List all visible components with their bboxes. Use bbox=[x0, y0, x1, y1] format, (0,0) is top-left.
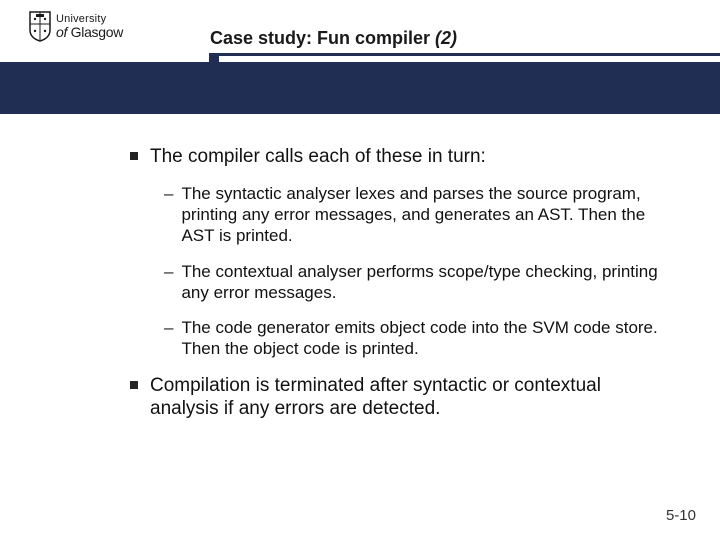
title-prefix: Case study: Fun compiler bbox=[210, 28, 435, 48]
sub-bullet-group: – The syntactic analyser lexes and parse… bbox=[130, 183, 670, 360]
bullet-level2: – The syntactic analyser lexes and parse… bbox=[164, 183, 670, 247]
sub-bullet-text: The code generator emits object code int… bbox=[181, 317, 670, 360]
sub-bullet-text: The contextual analyser performs scope/t… bbox=[181, 261, 670, 304]
page-number: 5-10 bbox=[666, 507, 696, 524]
dash-bullet-icon: – bbox=[164, 261, 173, 282]
square-bullet-icon bbox=[130, 381, 138, 389]
slide-header: University of Glasgow Case study: Fun co… bbox=[0, 0, 720, 70]
university-logo: University of Glasgow bbox=[28, 10, 123, 42]
bullet-level1: Compilation is terminated after syntacti… bbox=[130, 374, 670, 422]
bullet-level1: The compiler calls each of these in turn… bbox=[130, 145, 670, 169]
logo-line2: of Glasgow bbox=[56, 25, 123, 39]
sub-bullet-text: The syntactic analyser lexes and parses … bbox=[181, 183, 670, 247]
dash-bullet-icon: – bbox=[164, 183, 173, 204]
shield-icon bbox=[28, 10, 52, 42]
bullet-text: Compilation is terminated after syntacti… bbox=[150, 374, 670, 422]
bullet-level2: – The contextual analyser performs scope… bbox=[164, 261, 670, 304]
slide-title: Case study: Fun compiler (2) bbox=[210, 28, 457, 49]
title-suffix: (2) bbox=[435, 28, 457, 48]
square-bullet-icon bbox=[130, 152, 138, 160]
dash-bullet-icon: – bbox=[164, 317, 173, 338]
bullet-text: The compiler calls each of these in turn… bbox=[150, 145, 486, 169]
title-underline bbox=[209, 53, 720, 56]
bullet-level2: – The code generator emits object code i… bbox=[164, 317, 670, 360]
navy-band bbox=[0, 62, 720, 114]
slide-body: The compiler calls each of these in turn… bbox=[130, 145, 670, 435]
logo-text: University of Glasgow bbox=[56, 14, 123, 39]
